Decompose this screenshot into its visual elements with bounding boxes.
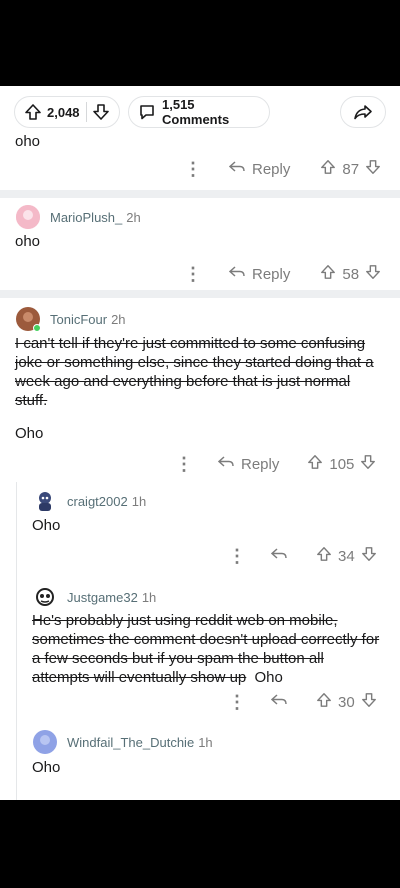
comment-age: 1h xyxy=(198,734,213,750)
more-options-icon[interactable]: ⋮ xyxy=(228,547,246,565)
struck-comment-text: He's probably just using reddit web on m… xyxy=(32,612,380,686)
share-button[interactable] xyxy=(340,96,386,128)
comment-actions: ⋮ Reply 87 xyxy=(184,157,381,181)
reply-button[interactable]: Reply xyxy=(228,264,290,284)
comment-separator xyxy=(0,290,400,298)
reply-button[interactable]: Reply xyxy=(228,159,290,179)
comment-text: oho xyxy=(15,233,41,250)
reply-button[interactable] xyxy=(270,546,288,566)
vote-count: 30 xyxy=(338,693,355,711)
vote-count: 34 xyxy=(338,547,355,565)
comment-separator xyxy=(0,190,400,198)
avatar[interactable] xyxy=(33,585,57,609)
share-icon xyxy=(353,103,373,121)
comment-age: 2h xyxy=(126,209,141,225)
username[interactable]: Justgame32 1h xyxy=(67,590,156,605)
upvote-icon[interactable] xyxy=(24,103,42,121)
reply-arrow-icon xyxy=(217,454,235,474)
upvote-icon[interactable] xyxy=(320,159,336,179)
username[interactable]: MarioPlush_ 2h xyxy=(50,210,141,225)
downvote-icon[interactable] xyxy=(361,692,377,712)
comment-age: 1h xyxy=(141,589,157,605)
comment-votes: 58 xyxy=(320,264,381,284)
struck-comment-text: I can't tell if they're just committed t… xyxy=(15,335,374,409)
comment-text: Oho xyxy=(32,517,61,534)
vote-count: 58 xyxy=(342,265,360,283)
more-options-icon[interactable]: ⋮ xyxy=(228,693,246,711)
comment-votes: 87 xyxy=(320,159,381,179)
comment-votes: 105 xyxy=(307,454,376,474)
comment-1: oho ⋮ Reply 87 xyxy=(0,130,400,190)
avatar[interactable] xyxy=(33,489,57,513)
comment-actions: ⋮ 30 xyxy=(228,690,377,714)
comment-actions: ⋮ 34 xyxy=(228,544,377,568)
comment-3: TonicFour 2h I can't tell if they're just… xyxy=(0,298,400,478)
comment-text: Oho xyxy=(32,759,61,776)
reply-1: craigt2002 1h Oho ⋮ 34 xyxy=(0,484,400,576)
comment-header: craigt2002 1h xyxy=(33,489,146,513)
comments-count-label: 1,515 Comments xyxy=(162,97,230,127)
comment-header: Windfail_The_Dutchie 1h xyxy=(33,730,213,754)
comment-header: Justgame32 1h xyxy=(33,585,156,609)
comments-screen: 2,048 1,515 Comments oho ⋮ Reply 87 Mari… xyxy=(0,86,400,800)
reply-3: Windfail_The_Dutchie 1h Oho xyxy=(0,728,400,800)
downvote-icon[interactable] xyxy=(365,264,381,284)
comment-text: Oho xyxy=(15,425,44,442)
comments-count-button[interactable]: 1,515 Comments xyxy=(128,96,270,128)
avatar[interactable] xyxy=(16,205,40,229)
downvote-icon[interactable] xyxy=(92,103,110,121)
comment-header: TonicFour 2h xyxy=(16,307,126,332)
upvote-icon[interactable] xyxy=(320,264,336,284)
comment-actions: ⋮ Reply 105 xyxy=(175,452,376,476)
reply-arrow-icon xyxy=(270,692,288,712)
comment-age: 1h xyxy=(131,493,147,509)
avatar[interactable] xyxy=(16,307,41,332)
reply-2: Justgame32 1h He's probably just using re… xyxy=(0,584,400,722)
comment-votes: 30 xyxy=(316,692,377,712)
username[interactable]: TonicFour 2h xyxy=(50,312,126,327)
comment-text: oho xyxy=(15,133,41,150)
upvote-icon[interactable] xyxy=(307,454,323,474)
downvote-icon[interactable] xyxy=(361,546,377,566)
bottom-letterbox xyxy=(0,800,400,888)
more-options-icon[interactable]: ⋮ xyxy=(184,160,202,178)
reply-arrow-icon xyxy=(228,159,246,179)
comment-body: He's probably just using reddit web on m… xyxy=(32,611,382,687)
username[interactable]: Windfail_The_Dutchie 1h xyxy=(67,735,213,750)
reply-arrow-icon xyxy=(228,264,246,284)
downvote-icon[interactable] xyxy=(365,159,381,179)
reply-label: Reply xyxy=(252,265,291,283)
comment-age: 2h xyxy=(111,311,126,327)
avatar[interactable] xyxy=(33,730,57,754)
comment-text: Oho xyxy=(254,669,283,686)
comment-actions: ⋮ Reply 58 xyxy=(184,262,381,286)
downvote-icon[interactable] xyxy=(360,454,376,474)
reply-label: Reply xyxy=(252,160,291,178)
post-vote-pill: 2,048 xyxy=(14,96,120,128)
reply-button[interactable]: Reply xyxy=(217,454,279,474)
comment-votes: 34 xyxy=(316,546,377,566)
more-options-icon[interactable]: ⋮ xyxy=(184,265,202,283)
username[interactable]: craigt2002 1h xyxy=(67,494,146,509)
upvote-icon[interactable] xyxy=(316,692,332,712)
post-action-bar: 2,048 1,515 Comments xyxy=(0,90,400,134)
reply-label: Reply xyxy=(241,455,280,473)
post-upvote-count: 2,048 xyxy=(47,104,80,120)
comment-bubble-icon xyxy=(138,103,156,121)
reply-button[interactable] xyxy=(270,692,288,712)
comment-2: MarioPlush_ 2h oho ⋮ Reply 58 xyxy=(0,198,400,290)
vote-count: 87 xyxy=(342,160,360,178)
vote-count: 105 xyxy=(329,455,355,473)
online-indicator xyxy=(33,324,41,332)
comment-header: MarioPlush_ 2h xyxy=(16,205,141,229)
reply-arrow-icon xyxy=(270,546,288,566)
upvote-icon[interactable] xyxy=(316,546,332,566)
more-options-icon[interactable]: ⋮ xyxy=(175,455,193,473)
